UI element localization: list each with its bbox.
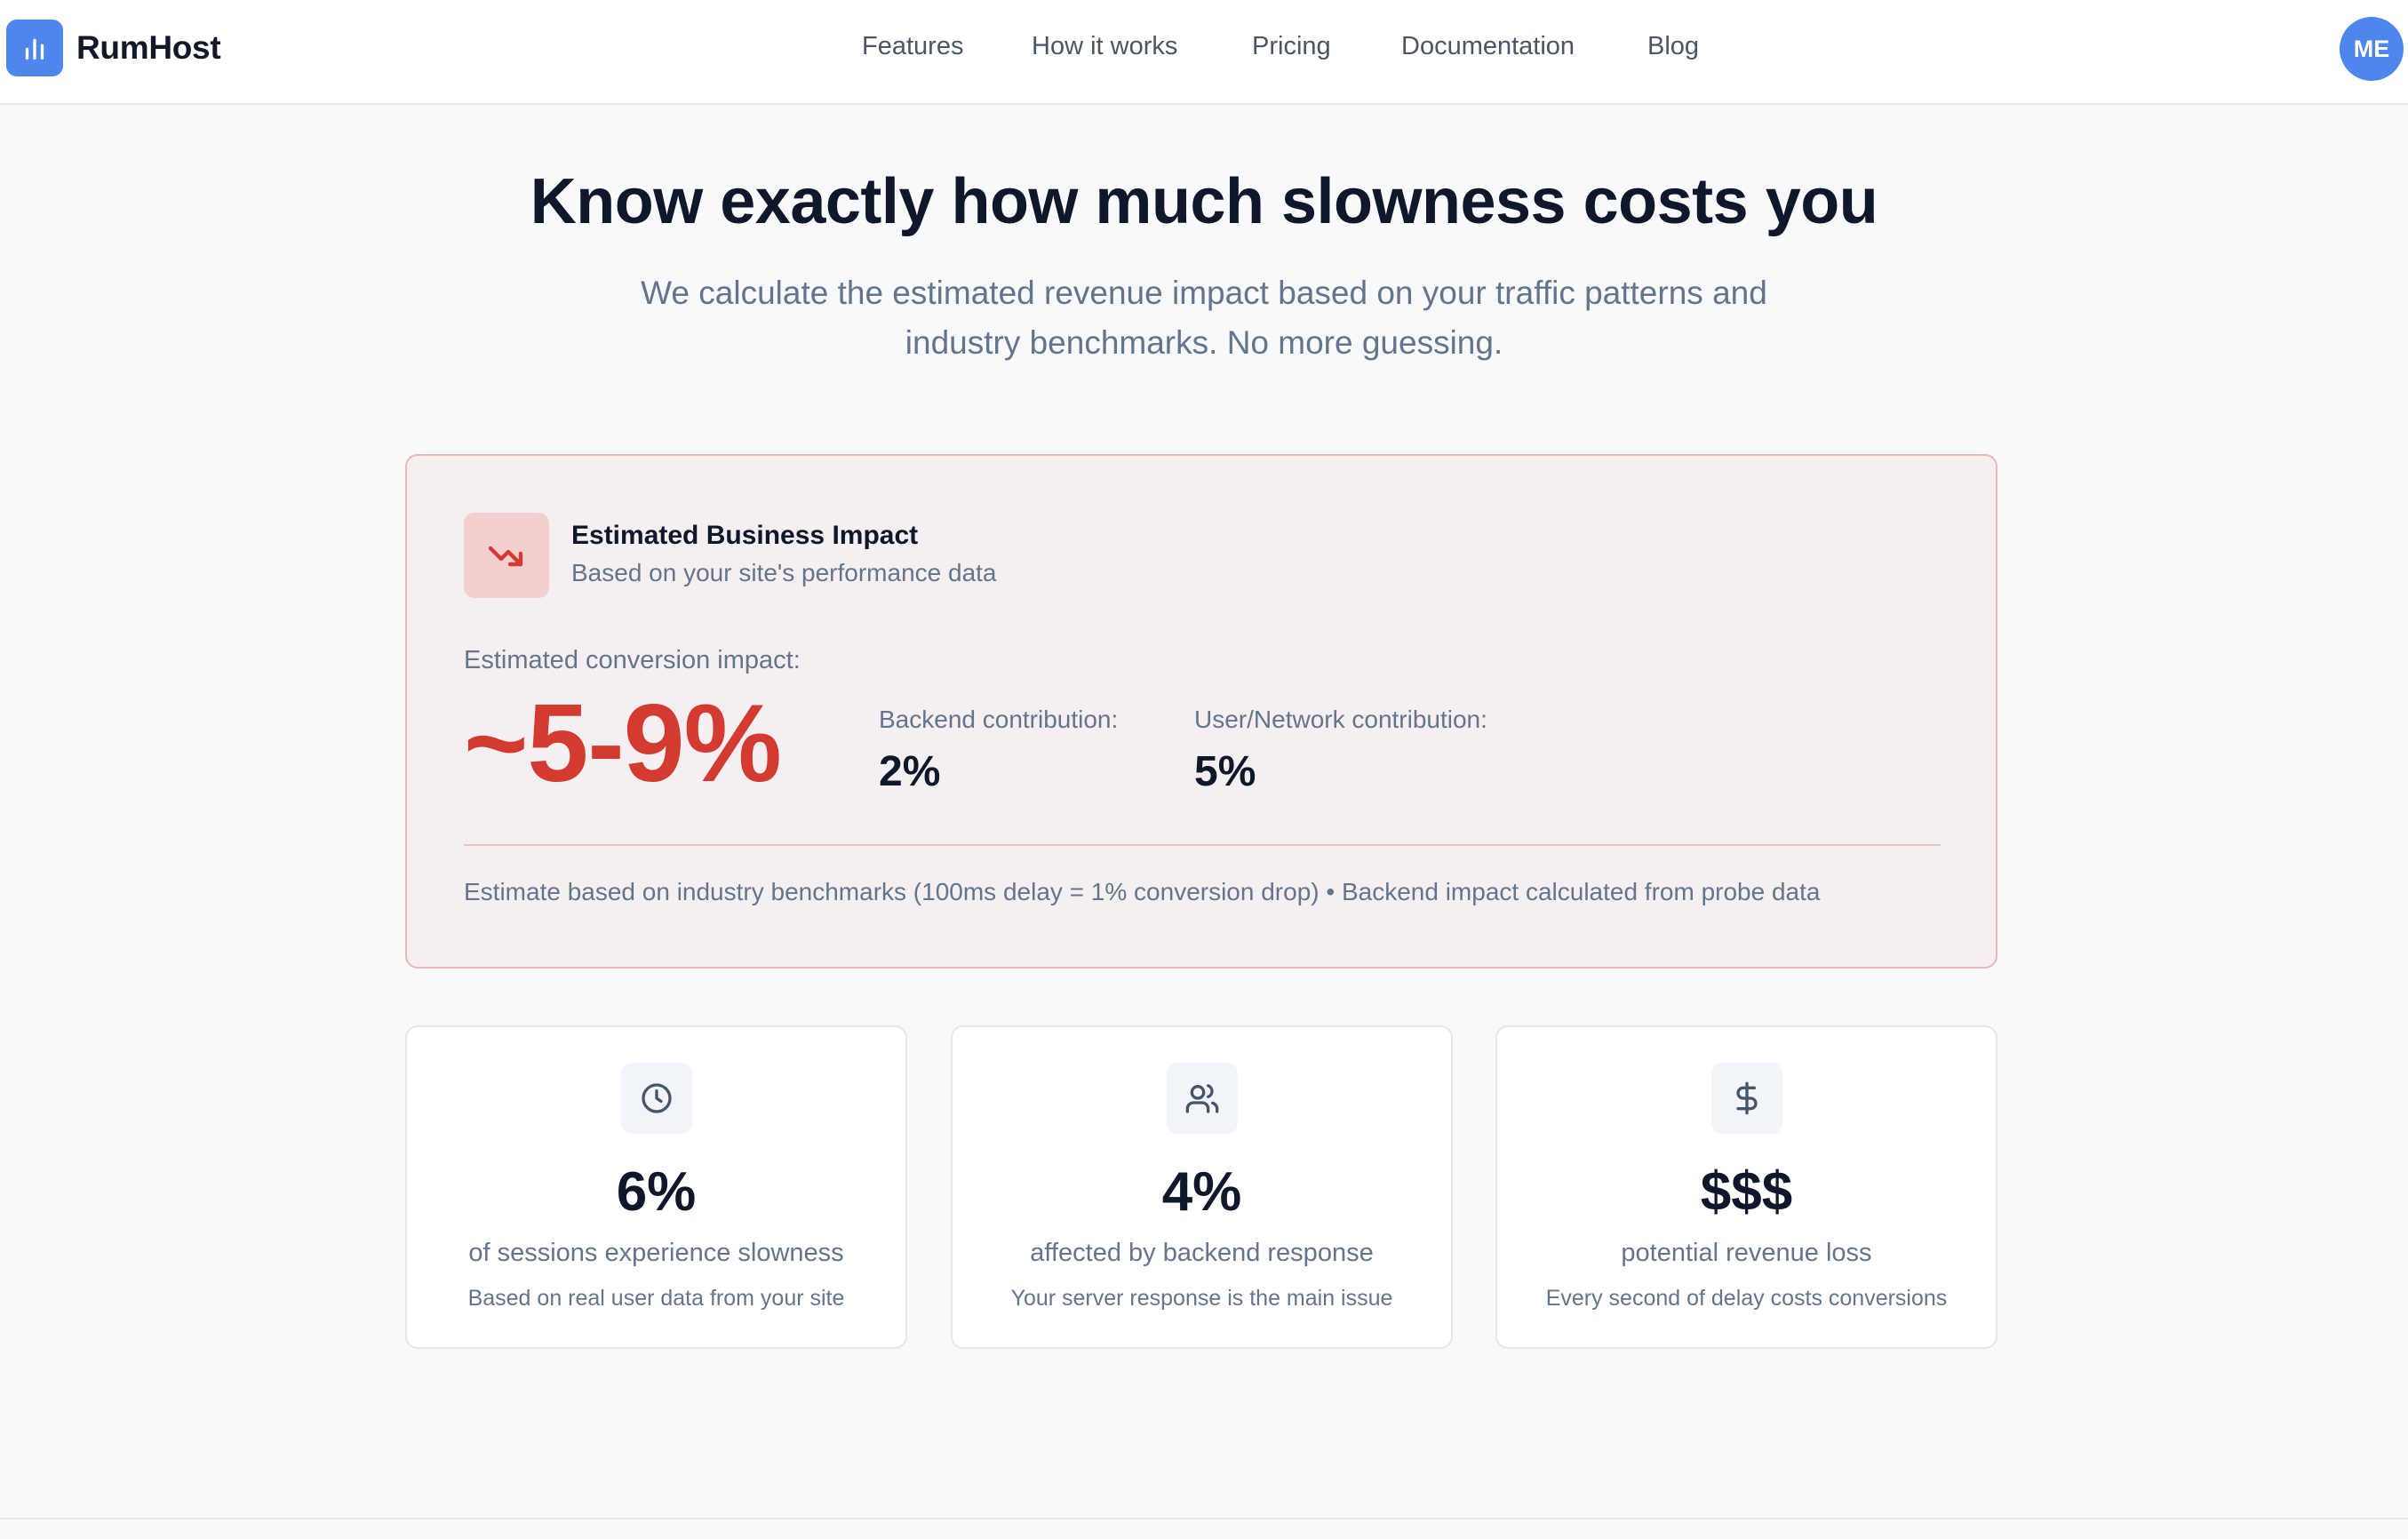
dollar-icon xyxy=(1711,1063,1782,1134)
impact-subtitle: Based on your site's performance data xyxy=(571,559,997,586)
stat-value: $$$ xyxy=(1700,1161,1793,1223)
stat-value: 4% xyxy=(1161,1161,1242,1223)
stat-label: affected by backend response xyxy=(1030,1239,1374,1267)
nav-link-blog[interactable]: Blog xyxy=(1647,32,1699,61)
stat-description: Every second of delay costs conversions xyxy=(1545,1286,1948,1311)
clock-icon xyxy=(621,1063,692,1134)
conversion-impact-label: Estimated conversion impact: xyxy=(464,646,801,674)
stat-description: Your server response is the main issue xyxy=(1010,1286,1393,1311)
nav-links: Features How it works Pricing Documentat… xyxy=(0,32,2408,68)
page-subtitle: We calculate the estimated revenue impac… xyxy=(582,268,1826,368)
stat-card-revenue: $$$ potential revenue loss Every second … xyxy=(1495,1025,1997,1349)
subtitle-line-2: industry benchmarks. No more guessing. xyxy=(905,324,1503,361)
impact-title: Estimated Business Impact xyxy=(571,521,919,550)
subtitle-line-1: We calculate the estimated revenue impac… xyxy=(641,275,1767,311)
top-navbar: RumHost Features How it works Pricing Do… xyxy=(0,0,2408,105)
stat-card-backend: 4% affected by backend response Your ser… xyxy=(951,1025,1453,1349)
users-icon xyxy=(1167,1063,1238,1134)
user-avatar[interactable]: ME xyxy=(2340,17,2404,81)
conversion-impact-value: ~5-9% xyxy=(464,682,782,805)
nav-link-how-it-works[interactable]: How it works xyxy=(1032,32,1177,61)
footer-divider xyxy=(0,1518,2408,1519)
stat-description: Based on real user data from your site xyxy=(467,1286,845,1311)
impact-footnote: Estimate based on industry benchmarks (1… xyxy=(464,878,1821,905)
stat-value: 6% xyxy=(616,1161,697,1223)
page-title: Know exactly how much slowness costs you xyxy=(530,166,1878,237)
stat-label: of sessions experience slowness xyxy=(468,1239,844,1267)
backend-contribution-value: 2% xyxy=(879,748,941,795)
stat-card-sessions: 6% of sessions experience slowness Based… xyxy=(405,1025,907,1349)
network-contribution-value: 5% xyxy=(1194,748,1256,795)
business-impact-card: Estimated Business Impact Based on your … xyxy=(405,454,1997,969)
backend-contribution-label: Backend contribution: xyxy=(879,706,1119,733)
network-contribution-label: User/Network contribution: xyxy=(1194,706,1487,733)
impact-divider xyxy=(464,844,1941,846)
trending-down-icon xyxy=(464,513,549,598)
nav-link-documentation[interactable]: Documentation xyxy=(1401,32,1575,61)
nav-link-features[interactable]: Features xyxy=(862,32,963,61)
stat-label: potential revenue loss xyxy=(1621,1239,1872,1267)
nav-link-pricing[interactable]: Pricing xyxy=(1252,32,1331,61)
